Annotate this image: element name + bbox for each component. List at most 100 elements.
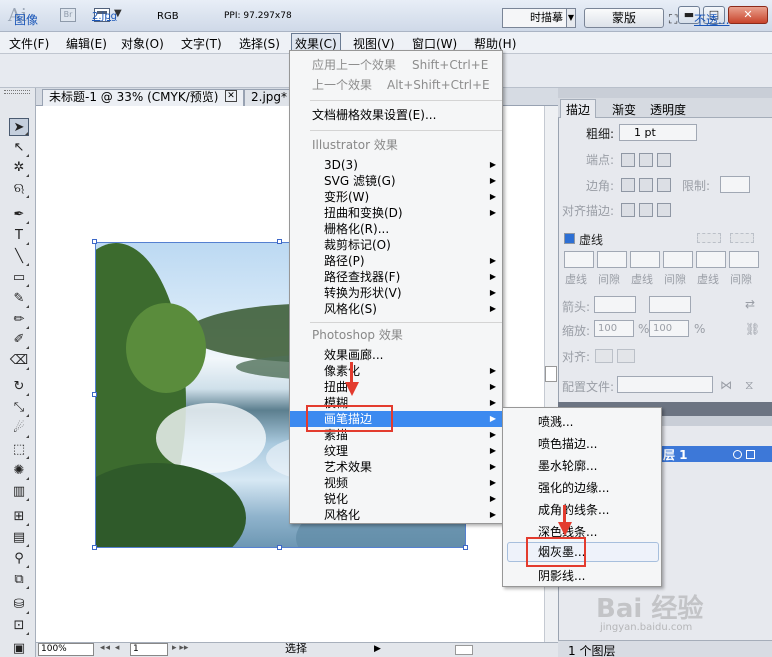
tab-stroke[interactable]: 描边	[560, 99, 597, 118]
tab-2jpg[interactable]: 2.jpg*	[244, 89, 294, 106]
eyedropper-tool-icon[interactable]: ⚲	[9, 550, 29, 568]
page-field[interactable]: 1	[130, 643, 168, 656]
submenu-item-ink-outlines[interactable]: 墨水轮廓...	[503, 458, 661, 474]
dash-field-2[interactable]	[630, 251, 660, 268]
start-scale-field[interactable]: 100	[594, 320, 634, 337]
menu-item-svg-filters[interactable]: SVG 滤镜(G) ▶	[290, 173, 502, 189]
submenu-item-angled-strokes[interactable]: 成角的线条...	[503, 502, 661, 518]
zoom-field[interactable]: 100%	[38, 643, 94, 656]
panel-header[interactable]	[558, 88, 772, 98]
link-scale-icon[interactable]: ⛓	[745, 322, 760, 336]
resize-handle[interactable]	[92, 545, 97, 550]
pen-tool-icon[interactable]: ✒	[9, 206, 29, 224]
weight-dropdown[interactable]: 1 pt	[619, 124, 697, 141]
menu-item-3d[interactable]: 3D(3) ▶	[290, 157, 502, 173]
menu-item-path[interactable]: 路径(P) ▶	[290, 253, 502, 269]
round-cap-button[interactable]	[639, 153, 653, 167]
layer-name[interactable]: 层 1	[663, 446, 688, 463]
status-arrow-icon[interactable]: ▶	[374, 644, 381, 654]
scrollbar-thumb[interactable]	[545, 366, 557, 382]
menu-item-pixelate[interactable]: 像素化 ▶	[290, 363, 502, 379]
resize-handle[interactable]	[463, 545, 468, 550]
menu-item-last-effect[interactable]: 上一个效果 Alt+Shift+Ctrl+E	[290, 77, 502, 93]
menu-item-warp[interactable]: 变形(W) ▶	[290, 189, 502, 205]
live-paint-tool-icon[interactable]: ⛁	[9, 596, 29, 614]
align-center-button[interactable]	[621, 203, 635, 217]
tab-gradient[interactable]: 渐变	[612, 101, 636, 118]
eraser-tool-icon[interactable]: ⌫	[9, 352, 29, 370]
fill-stroke-icon[interactable]: ▣	[9, 640, 29, 657]
scale-tool-icon[interactable]: ⤡	[9, 399, 29, 417]
resize-handle[interactable]	[277, 545, 282, 550]
line-tool-icon[interactable]: ╲	[9, 248, 29, 266]
dash-field-3[interactable]	[696, 251, 726, 268]
menu-item-pathfinder[interactable]: 路径查找器(F) ▶	[290, 269, 502, 285]
blob-brush-tool-icon[interactable]: ✐	[9, 331, 29, 349]
profile-dropdown[interactable]	[617, 376, 713, 393]
menu-select[interactable]: 选择(S)	[236, 35, 283, 52]
tab-transparency[interactable]: 透明度	[650, 101, 686, 118]
submenu-item-sprayed-strokes[interactable]: 喷色描边...	[503, 436, 661, 452]
menu-item-convert-to-shape[interactable]: 转换为形状(V) ▶	[290, 285, 502, 301]
submenu-item-accented-edges[interactable]: 强化的边缘...	[503, 480, 661, 496]
menu-item-apply-last[interactable]: 应用上一个效果 Shift+Ctrl+E	[290, 57, 502, 73]
arrow-align-tip-button[interactable]	[595, 349, 613, 363]
dashed-checkbox[interactable]	[564, 233, 575, 244]
menu-item-stylize-ps[interactable]: 风格化 ▶	[290, 507, 502, 523]
menu-object[interactable]: 对象(O)	[118, 35, 167, 52]
menu-item-texture[interactable]: 纹理 ▶	[290, 443, 502, 459]
rotate-tool-icon[interactable]: ↻	[9, 378, 29, 396]
butt-cap-button[interactable]	[621, 153, 635, 167]
mesh-tool-icon[interactable]: ⊞	[9, 508, 29, 526]
arrow-align-end-button[interactable]	[617, 349, 635, 363]
align-outside-button[interactable]	[657, 203, 671, 217]
lasso-tool-icon[interactable]: ଋ	[9, 180, 29, 198]
gap-field-1[interactable]	[597, 251, 627, 268]
round-join-button[interactable]	[639, 178, 653, 192]
page-nav-prev-icon[interactable]: ◂◂ ◂	[100, 643, 120, 653]
flip-along-icon[interactable]: ⋈	[720, 378, 732, 392]
gradient-tool-icon[interactable]: ▤	[9, 529, 29, 547]
free-transform-tool-icon[interactable]: ⬚	[9, 441, 29, 459]
bridge-icon[interactable]: Br	[60, 8, 76, 22]
crop-icon[interactable]: ⛶	[669, 12, 677, 27]
dash-align-icon[interactable]	[730, 233, 754, 243]
dash-field-1[interactable]	[564, 251, 594, 268]
close-button[interactable]: ✕	[728, 6, 768, 24]
trace-options-dropdown[interactable]: ▼	[566, 8, 576, 28]
symbol-sprayer-tool-icon[interactable]: ✺	[9, 462, 29, 480]
menu-item-raster-settings[interactable]: 文档栅格效果设置(E)...	[290, 107, 502, 123]
panel-grip[interactable]	[4, 90, 30, 94]
menu-item-distort[interactable]: 扭曲 ▶	[290, 379, 502, 395]
limit-field[interactable]	[720, 176, 750, 193]
mask-button[interactable]: 蒙版	[584, 8, 664, 28]
gap-field-3[interactable]	[729, 251, 759, 268]
menu-item-rasterize[interactable]: 栅格化(R)...	[290, 221, 502, 237]
menu-edit[interactable]: 编辑(E)	[63, 35, 110, 52]
rectangle-tool-icon[interactable]: ▭	[9, 269, 29, 287]
flip-across-icon[interactable]: ⧖	[745, 378, 753, 393]
page-nav-next-icon[interactable]: ▸ ▸▸	[172, 643, 188, 653]
linked-file-link[interactable]: 2.jpg	[92, 11, 117, 22]
projecting-cap-button[interactable]	[657, 153, 671, 167]
submenu-item-crosshatch[interactable]: 阴影线...	[503, 568, 661, 584]
status-text[interactable]: 选择	[240, 643, 386, 656]
swap-arrows-icon[interactable]: ⇄	[745, 297, 755, 311]
warp-tool-icon[interactable]: ☄	[9, 420, 29, 438]
dash-preserve-icon[interactable]	[697, 233, 721, 243]
opacity-link[interactable]: 不透...	[694, 11, 729, 28]
submenu-item-spatter[interactable]: 喷溅...	[503, 414, 661, 430]
bevel-join-button[interactable]	[657, 178, 671, 192]
artboard-tool-icon[interactable]: ⊡	[9, 617, 29, 635]
end-arrow-dropdown[interactable]	[649, 296, 691, 313]
end-scale-field[interactable]: 100	[649, 320, 689, 337]
menu-item-sharpen[interactable]: 锐化 ▶	[290, 491, 502, 507]
menu-item-effect-gallery[interactable]: 效果画廊...	[290, 347, 502, 363]
menu-item-artistic[interactable]: 艺术效果 ▶	[290, 459, 502, 475]
live-trace-button[interactable]: 时描摹	[502, 8, 568, 28]
start-arrow-dropdown[interactable]	[594, 296, 636, 313]
align-inside-button[interactable]	[639, 203, 653, 217]
resize-handle[interactable]	[92, 239, 97, 244]
menu-file[interactable]: 文件(F)	[6, 35, 52, 52]
menu-item-stylize-ai[interactable]: 风格化(S) ▶	[290, 301, 502, 317]
